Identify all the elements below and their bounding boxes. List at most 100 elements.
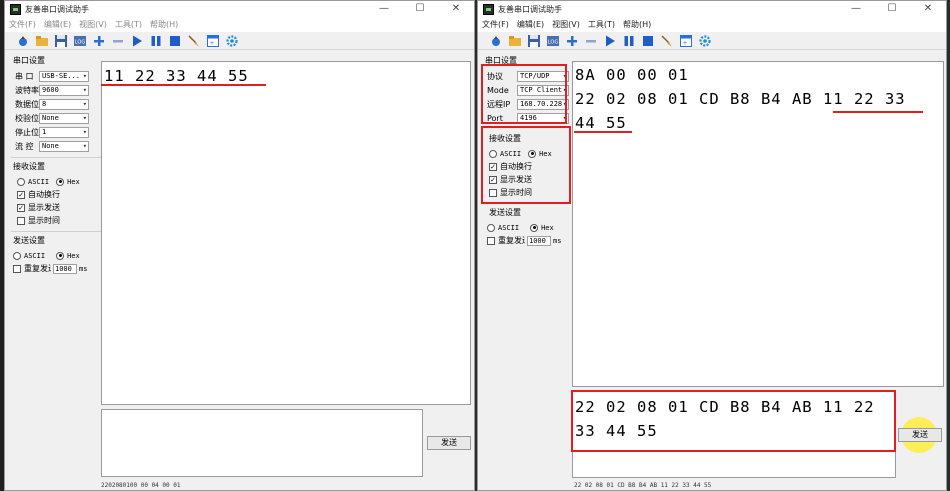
- recv-hex-label: Hex: [67, 177, 80, 186]
- save-icon[interactable]: [526, 33, 542, 49]
- highlight-underline: [101, 84, 266, 86]
- add-icon[interactable]: [564, 33, 580, 49]
- remove-icon[interactable]: [583, 33, 599, 49]
- flow-select[interactable]: None: [39, 140, 89, 152]
- gear-icon[interactable]: [697, 33, 713, 49]
- receive-area[interactable]: 11 22 33 44 55: [101, 61, 471, 405]
- recv-hex-radio[interactable]: [56, 177, 65, 186]
- close-icon[interactable]: ✕: [910, 1, 946, 17]
- show-time-label: 显示时间: [28, 216, 60, 225]
- recv-ascii-radio[interactable]: [17, 177, 25, 186]
- menu-edit[interactable]: 编辑(E): [517, 19, 544, 30]
- send-format-row: ASCII Hex: [487, 221, 573, 234]
- stopbits-select[interactable]: 1: [39, 126, 89, 138]
- clear-broom-icon[interactable]: [186, 33, 202, 49]
- recv-ascii-label: ASCII: [28, 177, 50, 186]
- divider: [11, 231, 101, 232]
- pause-icon[interactable]: [148, 33, 164, 49]
- menu-file[interactable]: 文件(F): [482, 19, 509, 30]
- stop-icon[interactable]: [167, 33, 183, 49]
- receive-line-2: 22 02 08 01 CD B8 B4 AB 11 22 33: [575, 90, 906, 108]
- play-icon[interactable]: [129, 33, 145, 49]
- highlight-box-network: [481, 64, 567, 124]
- close-icon[interactable]: ✕: [438, 1, 474, 17]
- add-window-icon[interactable]: +: [678, 33, 694, 49]
- remove-icon[interactable]: [110, 33, 126, 49]
- stopbits-row: 停止位 1: [15, 125, 101, 139]
- title-bar: 友善串口调试助手 — ☐ ✕: [478, 1, 946, 17]
- maximize-icon[interactable]: ☐: [874, 1, 910, 17]
- receive-line-1: 8A 00 00 01: [575, 66, 689, 84]
- send-ascii-radio[interactable]: [13, 251, 21, 260]
- send-input-area[interactable]: [101, 409, 423, 477]
- repeat-interval-input[interactable]: 1000: [527, 235, 551, 246]
- status-bar: 2202080100 00 04 00 01: [101, 482, 181, 489]
- window-title: 友善串口调试助手: [25, 4, 89, 14]
- send-ascii-radio[interactable]: [487, 223, 495, 232]
- repeat-unit-label: ms: [79, 264, 88, 273]
- log-icon[interactable]: LOG: [545, 33, 561, 49]
- send-settings-title: 发送设置: [13, 236, 45, 245]
- add-window-icon[interactable]: +: [205, 33, 221, 49]
- highlight-underline-2: [574, 131, 632, 133]
- menu-edit[interactable]: 编辑(E): [44, 19, 71, 30]
- menu-help[interactable]: 帮助(H): [623, 19, 651, 30]
- add-icon[interactable]: [91, 33, 107, 49]
- left-window: 友善串口调试助手 — ☐ ✕ 文件(F) 编辑(E) 视图(V) 工具(T) 帮…: [4, 0, 475, 491]
- port-row: 串 口 USB-SE...: [15, 69, 101, 83]
- menu-bar: 文件(F) 编辑(E) 视图(V) 工具(T) 帮助(H): [5, 17, 474, 32]
- send-button[interactable]: 发送: [427, 436, 471, 450]
- gear-icon[interactable]: [224, 33, 240, 49]
- repeat-interval-input[interactable]: 1000: [53, 263, 77, 274]
- auto-wrap-row: ✓ 自动换行: [17, 188, 101, 201]
- pause-icon[interactable]: [621, 33, 637, 49]
- repeat-send-row: 重复发送 1000 ms: [13, 262, 101, 275]
- show-send-row: ✓ 显示发送: [17, 201, 101, 214]
- app-icon: [10, 3, 21, 15]
- right-window: 友善串口调试助手 — ☐ ✕ 文件(F) 编辑(E) 视图(V) 工具(T) 帮…: [477, 0, 947, 491]
- repeat-send-checkbox[interactable]: [487, 236, 495, 245]
- auto-wrap-checkbox[interactable]: ✓: [17, 190, 25, 199]
- receive-area[interactable]: 8A 00 00 01 22 02 08 01 CD B8 B4 AB 11 2…: [572, 61, 944, 387]
- minimize-icon[interactable]: —: [838, 1, 874, 17]
- maximize-icon[interactable]: ☐: [402, 1, 438, 17]
- svg-text:LOG: LOG: [75, 39, 86, 45]
- save-icon[interactable]: [53, 33, 69, 49]
- flow-label: 流 控: [15, 141, 34, 151]
- parity-select[interactable]: None: [39, 112, 89, 124]
- show-send-checkbox[interactable]: ✓: [17, 203, 25, 212]
- stopbits-label: 停止位: [15, 127, 39, 137]
- menu-view[interactable]: 视图(V): [79, 19, 107, 30]
- repeat-send-checkbox[interactable]: [13, 264, 21, 273]
- baud-label: 波特率: [15, 85, 39, 95]
- send-hex-radio[interactable]: [530, 223, 539, 232]
- send-hex-radio[interactable]: [56, 251, 65, 260]
- send-button[interactable]: 发送: [898, 428, 942, 442]
- baud-row: 波特率 9600: [15, 83, 101, 97]
- menu-help[interactable]: 帮助(H): [150, 19, 178, 30]
- open-folder-icon[interactable]: [507, 33, 523, 49]
- highlight-box-send: [571, 390, 896, 452]
- minimize-icon[interactable]: —: [366, 1, 402, 17]
- toolbar: LOG +: [478, 32, 946, 50]
- databits-row: 数据位 8: [15, 97, 101, 111]
- open-folder-icon[interactable]: [34, 33, 50, 49]
- menu-bar: 文件(F) 编辑(E) 视图(V) 工具(T) 帮助(H): [478, 17, 946, 32]
- repeat-send-label: 重复发送: [498, 236, 525, 245]
- menu-view[interactable]: 视图(V): [552, 19, 580, 30]
- settings-dropdown-icon[interactable]: [488, 33, 504, 49]
- log-icon[interactable]: LOG: [72, 33, 88, 49]
- menu-file[interactable]: 文件(F): [9, 19, 36, 30]
- play-icon[interactable]: [602, 33, 618, 49]
- settings-dropdown-icon[interactable]: [15, 33, 31, 49]
- port-select[interactable]: USB-SE...: [39, 70, 89, 82]
- menu-tools[interactable]: 工具(T): [588, 19, 615, 30]
- svg-text:+: +: [209, 40, 214, 47]
- auto-wrap-label: 自动换行: [28, 190, 60, 199]
- menu-tools[interactable]: 工具(T): [115, 19, 142, 30]
- show-time-checkbox[interactable]: [17, 216, 25, 225]
- baud-select[interactable]: 9600: [39, 84, 89, 96]
- stop-icon[interactable]: [640, 33, 656, 49]
- databits-select[interactable]: 8: [39, 98, 89, 110]
- clear-broom-icon[interactable]: [659, 33, 675, 49]
